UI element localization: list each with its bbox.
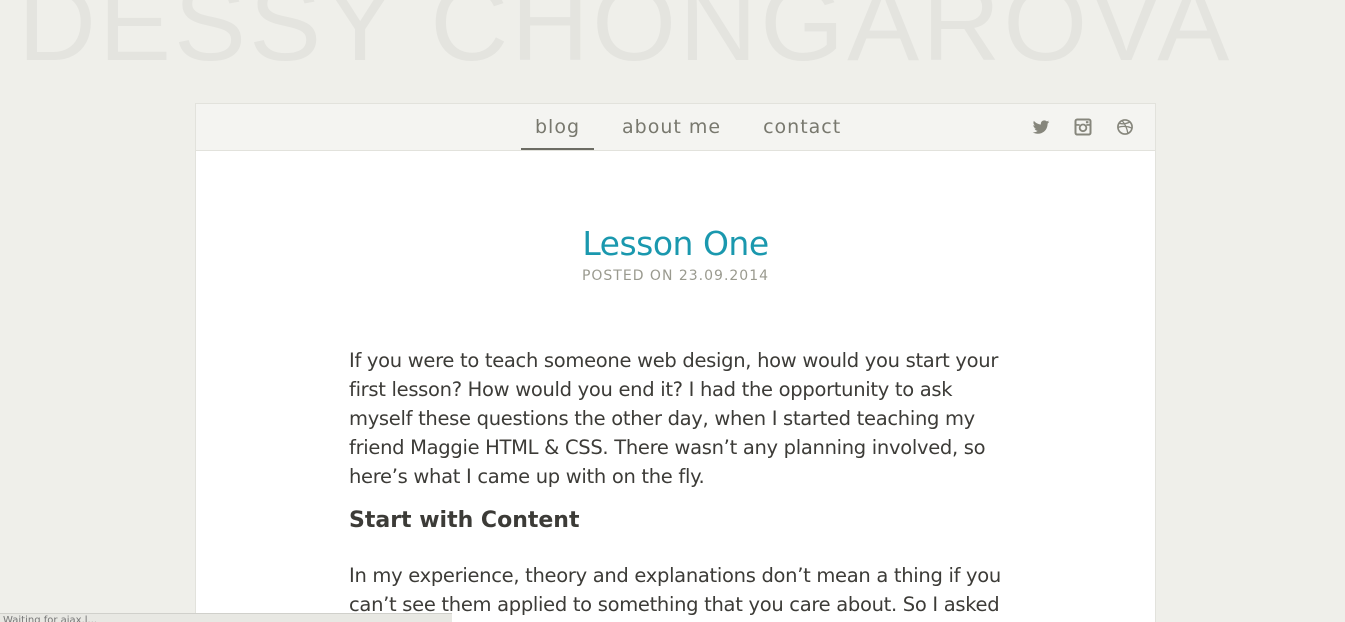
post-header: Lesson One POSTED ON 23.09.2014	[196, 222, 1155, 284]
post-date: POSTED ON 23.09.2014	[581, 268, 770, 284]
site-title: DESSY CHONGAROVA	[18, 0, 1233, 83]
post-paragraph: In my experience, theory and explanation…	[349, 564, 1001, 616]
browser-status-bar: Waiting for ajax.l...	[0, 613, 452, 622]
navbar: blog about me contact	[196, 104, 1155, 151]
nav-item-contact[interactable]: contact	[749, 104, 855, 150]
dribbble-icon[interactable]	[1115, 117, 1135, 137]
nav-item-about-me[interactable]: about me	[608, 104, 735, 150]
twitter-icon[interactable]	[1031, 117, 1051, 137]
content-card: blog about me contact Lesson One POSTED …	[195, 103, 1156, 622]
post-body: If you were to teach someone web design,…	[349, 346, 1014, 622]
post-paragraph: If you were to teach someone web design,…	[349, 349, 999, 488]
post-title[interactable]: Lesson One	[196, 222, 1155, 266]
instagram-icon[interactable]	[1073, 117, 1093, 137]
post-section-heading: Start with Content	[349, 508, 580, 533]
social-links	[1009, 117, 1135, 137]
page: DESSY CHONGAROVA blog about me contact L…	[0, 0, 1345, 622]
main-nav: blog about me contact	[521, 104, 869, 150]
nav-item-blog[interactable]: blog	[521, 104, 595, 150]
